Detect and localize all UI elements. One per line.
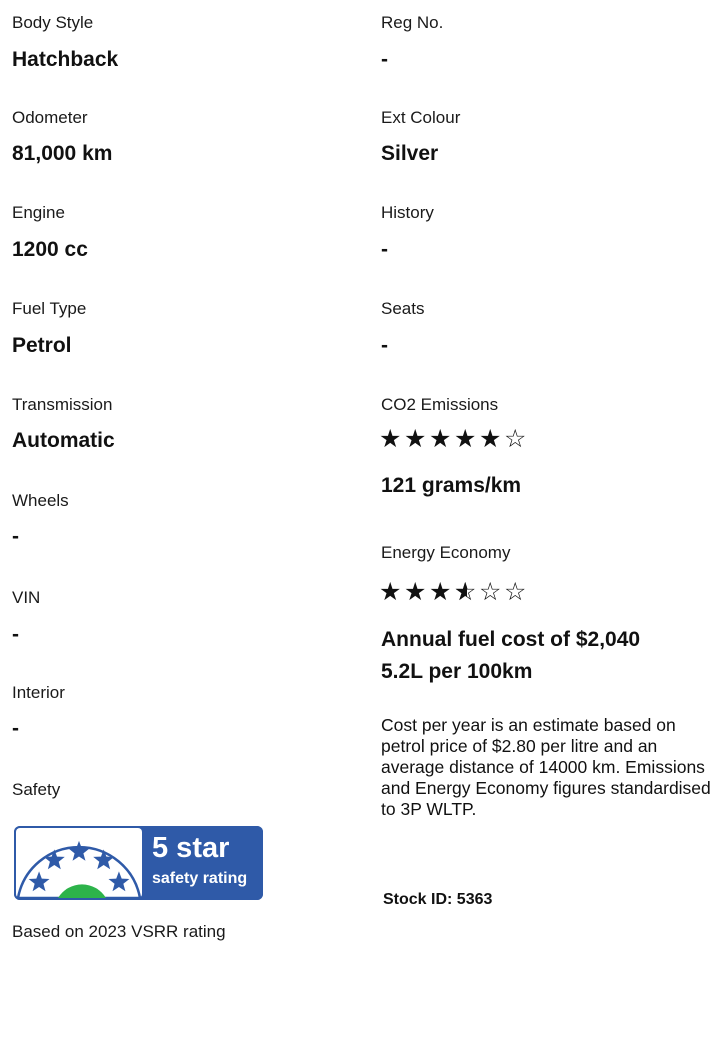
star-full-icon: ★ (454, 425, 480, 453)
transmission-label: Transmission (12, 395, 113, 414)
history-label: History (381, 203, 434, 222)
reg-no-label: Reg No. (381, 13, 444, 32)
star-full-icon: ★ (404, 425, 430, 453)
star-empty-icon: ☆ (479, 578, 505, 606)
star-full-icon: ★ (429, 425, 455, 453)
energy-star-rating: ★★★☆★☆☆ (379, 580, 529, 605)
star-empty-icon: ☆ (504, 578, 530, 606)
wheels-value: - (12, 525, 19, 548)
annual-fuel-cost: Annual fuel cost of $2,040 (381, 628, 641, 651)
transmission-value: Automatic (12, 429, 115, 452)
star-full-icon: ★ (379, 578, 405, 606)
history-value: - (381, 238, 388, 261)
fuel-consumption: 5.2L per 100km (381, 660, 533, 683)
interior-label: Interior (12, 683, 65, 702)
body-style-label: Body Style (12, 13, 94, 32)
co2-star-rating: ★★★★★☆ (379, 427, 529, 452)
co2-label: CO2 Emissions (381, 395, 499, 414)
reg-no-value: - (381, 48, 388, 71)
star-full-icon: ★ (479, 425, 505, 453)
badge-subtitle: safety rating (152, 870, 248, 887)
wheels-label: Wheels (12, 491, 69, 510)
odometer-label: Odometer (12, 108, 88, 127)
star-half-fill: ★ (454, 580, 467, 605)
vin-label: VIN (12, 588, 41, 607)
stock-id: Stock ID: 5363 (383, 891, 493, 908)
safety-based-on: Based on 2023 VSRR rating (12, 922, 226, 941)
engine-value: 1200 cc (12, 238, 88, 261)
badge-title: 5 star (152, 832, 230, 864)
star-full-icon: ★ (404, 578, 430, 606)
fuel-type-value: Petrol (12, 334, 72, 357)
co2-value: 121 grams/km (381, 474, 522, 497)
safety-label: Safety (12, 780, 61, 799)
engine-label: Engine (12, 203, 65, 222)
star-full-icon: ★ (379, 425, 405, 453)
ext-colour-label: Ext Colour (381, 108, 461, 127)
odometer-value: 81,000 km (12, 142, 113, 165)
ext-colour-value: Silver (381, 142, 439, 165)
star-half-icon: ☆★ (454, 578, 480, 606)
energy-economy-label: Energy Economy (381, 543, 511, 562)
star-full-icon: ★ (429, 578, 455, 606)
body-style-value: Hatchback (12, 48, 119, 71)
safety-rating-badge: 5 star safety rating (14, 826, 263, 900)
fuel-cost-note: Cost per year is an estimate based on pe… (381, 715, 711, 819)
seats-value: - (381, 334, 388, 357)
star-empty-icon: ☆ (504, 425, 530, 453)
fuel-type-label: Fuel Type (12, 299, 87, 318)
vin-value: - (12, 623, 19, 646)
interior-value: - (12, 717, 19, 740)
seats-label: Seats (381, 299, 425, 318)
